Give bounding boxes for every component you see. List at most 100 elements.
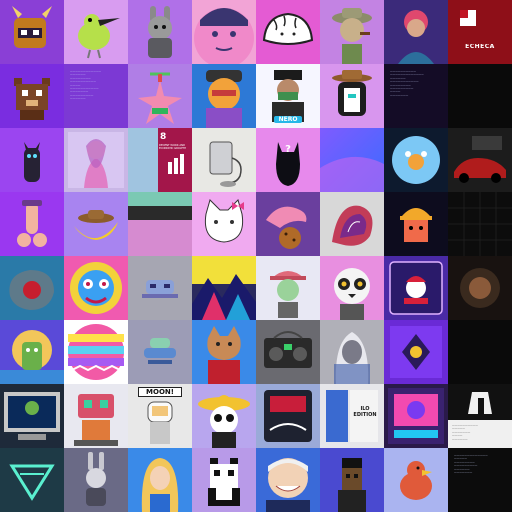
dolphin-cookie-image <box>266 206 307 249</box>
tile-propeller-starfish[interactable] <box>128 64 192 128</box>
bitcoin-blob-image <box>392 136 440 184</box>
blue-gradient-image <box>320 156 384 192</box>
pixel-panda-image <box>208 458 240 506</box>
cap-green-face-image <box>270 271 306 318</box>
tile-black-empty[interactable] <box>448 64 512 128</box>
poster-caption: ECHECA <box>465 44 495 50</box>
tile-lemur[interactable] <box>320 256 384 320</box>
tile-blue-gradient[interactable] <box>320 128 384 192</box>
tile-retro-computer[interactable] <box>0 384 64 448</box>
tile-punk-figure[interactable] <box>320 448 384 512</box>
tile-hooded-figure[interactable] <box>320 320 384 384</box>
text-list-dark-lines: —————————— ————————————— —————— ———————————… <box>390 70 424 97</box>
pink-blob-face-image <box>194 8 254 64</box>
tile-racing-card[interactable] <box>256 384 320 448</box>
grey-rabbit-image <box>148 6 172 58</box>
tile-dark-grid[interactable] <box>448 192 512 256</box>
tile-arcade-santa[interactable] <box>384 256 448 320</box>
tile-horned-cube-creature[interactable] <box>0 0 64 64</box>
tile-abstract-swirl[interactable] <box>320 192 384 256</box>
kitty-bow-image <box>204 199 244 243</box>
tile-cap-green-face[interactable] <box>256 256 320 320</box>
purple-diamond-card-image <box>390 326 442 378</box>
tile-colorful-face[interactable] <box>192 64 256 128</box>
pink-hair-portrait-image <box>398 10 434 64</box>
tile-red-gem-rock[interactable] <box>0 256 64 320</box>
tile-neon-game-card[interactable] <box>384 384 448 448</box>
tile-pixel-ufo-green[interactable] <box>128 320 192 384</box>
tile-robot-machine[interactable] <box>64 384 128 448</box>
tile-dolphin-cookie[interactable] <box>256 192 320 256</box>
tile-pixel-ufo-creature[interactable] <box>128 256 192 320</box>
text-list-lines: ———————————— —————— ———————— —————————— ———… <box>70 70 102 101</box>
blonde-girl-image <box>141 458 179 512</box>
punk-figure-image <box>338 458 366 512</box>
tile-purple-diamond-card[interactable] <box>384 320 448 384</box>
tile-anime-girl-card[interactable] <box>64 128 128 192</box>
tile-dark-portrait[interactable] <box>448 256 512 320</box>
banana-hat-image <box>74 210 118 240</box>
tile-banana-hat[interactable] <box>64 192 128 256</box>
red-car-image <box>448 128 512 192</box>
tile-pink-hair-portrait[interactable] <box>384 0 448 64</box>
tile-text-list-black[interactable]: ————————————— ————— ———————— ————————— —————… <box>448 448 512 512</box>
tile-cowboy-penguin[interactable] <box>320 64 384 128</box>
tile-un-goal-8[interactable]: 8 DECENT WORK AND ECONOMIC GROWTH <box>128 128 192 192</box>
triangle-logo-icon <box>9 464 55 501</box>
tile-masked-figure[interactable]: NERO <box>256 64 320 128</box>
tile-mountain-landscape[interactable] <box>192 256 256 320</box>
tile-bunny-robot[interactable] <box>64 448 128 512</box>
mystery-cat-image <box>256 128 320 192</box>
tile-black-empty-2[interactable] <box>448 320 512 384</box>
pixel-ufo-green-image <box>144 338 176 364</box>
tile-sombrero-panda[interactable] <box>192 384 256 448</box>
tile-grey-rabbit[interactable] <box>128 0 192 64</box>
moon-banner: MOON! <box>138 387 182 397</box>
tile-dumpling[interactable] <box>256 0 320 64</box>
tile-kitty-bow[interactable] <box>192 192 256 256</box>
dark-portrait-image <box>460 268 500 308</box>
tile-safari-hat-man[interactable] <box>320 0 384 64</box>
tile-sunset-character[interactable] <box>0 320 64 384</box>
tile-moon-astronaut[interactable]: MOON! <box>128 384 192 448</box>
psychedelic-face-image <box>70 262 122 314</box>
tile-cartoon-portrait[interactable] <box>256 448 320 512</box>
tile-red-duck[interactable] <box>384 448 448 512</box>
tile-pixel-bear[interactable] <box>0 64 64 128</box>
tile-easter-egg[interactable] <box>64 320 128 384</box>
green-duck-image <box>78 14 120 59</box>
tile-pink-figure[interactable] <box>0 192 64 256</box>
tile-pixel-panda[interactable] <box>192 448 256 512</box>
question-mark-icon: ? <box>285 144 291 155</box>
tile-triangle-logo[interactable] <box>0 448 64 512</box>
racing-card-image <box>264 390 312 442</box>
dark-cat-figure-image <box>24 142 40 182</box>
tile-blonde-girl[interactable] <box>128 448 192 512</box>
tile-hardhat-character[interactable] <box>384 192 448 256</box>
tile-text-list-dark[interactable]: —————————— ————————————— —————— ———————————… <box>384 64 448 128</box>
pixel-ufo-creature-image <box>142 280 178 298</box>
tile-dark-cat-figure[interactable] <box>0 128 64 192</box>
tile-red-cat[interactable] <box>192 320 256 384</box>
tile-red-poster[interactable]: ECHECA <box>448 0 512 64</box>
tile-comic-strip[interactable]: —————————— ————— ——————— ———— —————— <box>448 384 512 448</box>
dark-grid-image <box>448 192 512 256</box>
tile-red-car[interactable] <box>448 128 512 192</box>
tile-mystery-cat[interactable]: ? <box>256 128 320 192</box>
tile-text-list-purple[interactable]: ———————————— —————— ———————— —————————— ———… <box>64 64 128 128</box>
tile-tin-can-sketch[interactable] <box>192 128 256 192</box>
horned-cube-creature-image <box>12 6 52 48</box>
striped-flag-image <box>128 192 192 256</box>
tile-ilo-edition[interactable]: ILO EDITION <box>320 384 384 448</box>
pink-figure-image <box>17 200 47 247</box>
tile-striped-flag[interactable] <box>128 192 192 256</box>
text-list-black-lines: ————————————— ————— ———————— ————————— —————… <box>454 454 488 475</box>
tile-bitcoin-blob[interactable] <box>384 128 448 192</box>
hooded-figure-image <box>334 332 370 384</box>
sunset-character-image <box>0 330 64 384</box>
tile-green-duck[interactable] <box>64 0 128 64</box>
nft-gallery-grid: ECHECA ———————————— —————— ———————— ———————… <box>0 0 512 512</box>
tile-psychedelic-face[interactable] <box>64 256 128 320</box>
tile-boombox[interactable] <box>256 320 320 384</box>
tile-pink-blob-face[interactable] <box>192 0 256 64</box>
